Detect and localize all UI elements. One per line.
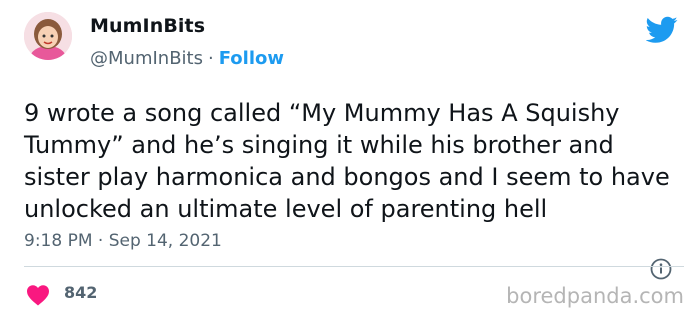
author-handle[interactable]: @MumInBits	[90, 48, 203, 69]
tweet-text: 9 wrote a song called “My Mummy Has A Sq…	[24, 99, 670, 223]
like-count[interactable]: 842	[64, 283, 97, 302]
author-name[interactable]: MumInBits	[90, 15, 205, 37]
twitter-bird-icon[interactable]	[645, 16, 678, 44]
follow-button[interactable]: Follow	[219, 48, 284, 69]
divider	[24, 266, 684, 267]
watermark: boredpanda.com	[506, 284, 684, 308]
avatar-illustration	[24, 12, 72, 60]
heart-icon[interactable]	[26, 284, 50, 306]
handle-separator: ·	[207, 48, 214, 69]
info-icon[interactable]	[650, 258, 672, 280]
tweet-card: MumInBits @MumInBits · Follow 9 wrote a so…	[0, 0, 700, 319]
tweet-timestamp[interactable]: 9:18 PM · Sep 14, 2021	[24, 231, 222, 251]
author-handle-row: @MumInBits · Follow	[90, 48, 284, 69]
avatar[interactable]	[24, 12, 72, 60]
